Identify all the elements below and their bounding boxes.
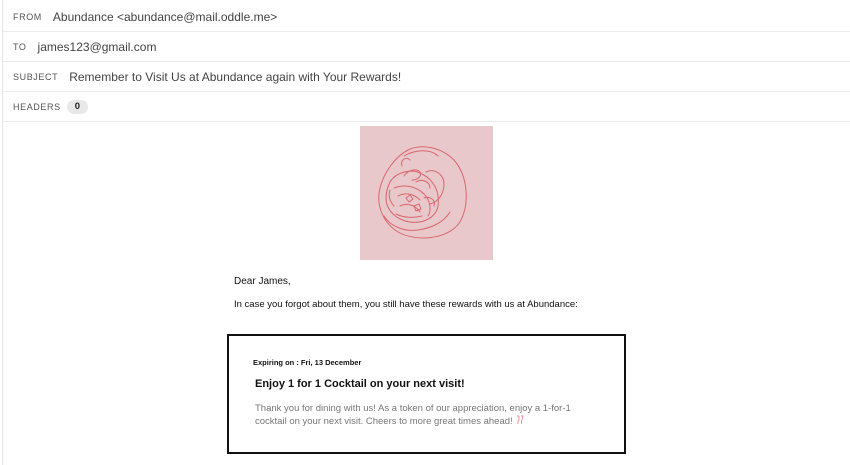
- headers-count-badge[interactable]: 0: [66, 99, 89, 114]
- subject-value: Remember to Visit Us at Abundance again …: [69, 69, 402, 84]
- food-illustration-icon: [378, 146, 467, 239]
- from-value[interactable]: Abundance <abundance@mail.oddle.me>: [53, 10, 277, 24]
- intro-text: In case you forgot about them, you still…: [234, 299, 578, 310]
- from-row: FROM Abundance <abundance@mail.oddle.me>: [2, 2, 850, 32]
- expiry-date: Fri, 13 December: [300, 358, 362, 367]
- expiry-label: Expiring on :: [253, 358, 301, 367]
- reward-description-block: Thank you for dining with us! As a token…: [255, 403, 600, 428]
- subject-row: SUBJECT Remember to Visit Us at Abundanc…: [2, 62, 850, 92]
- reward-title: Enjoy 1 for 1 Cocktail on your next visi…: [255, 378, 465, 390]
- greeting-text: Dear James,: [234, 276, 291, 287]
- to-value[interactable]: james123@gmail.com: [38, 40, 157, 54]
- subject-label: SUBJECT: [13, 71, 59, 82]
- to-row: TO james123@gmail.com: [2, 32, 850, 62]
- hero-image: [360, 126, 493, 260]
- to-label: TO: [13, 41, 27, 52]
- from-label: FROM: [13, 11, 42, 22]
- headers-label: HEADERS: [13, 101, 61, 112]
- clinking-glasses-icon: [515, 415, 525, 425]
- headers-row[interactable]: HEADERS 0: [2, 92, 850, 122]
- reward-card: Expiring on : Fri, 13 December Enjoy 1 f…: [227, 334, 626, 454]
- reward-expiry: Expiring on : Fri, 13 December: [253, 358, 361, 367]
